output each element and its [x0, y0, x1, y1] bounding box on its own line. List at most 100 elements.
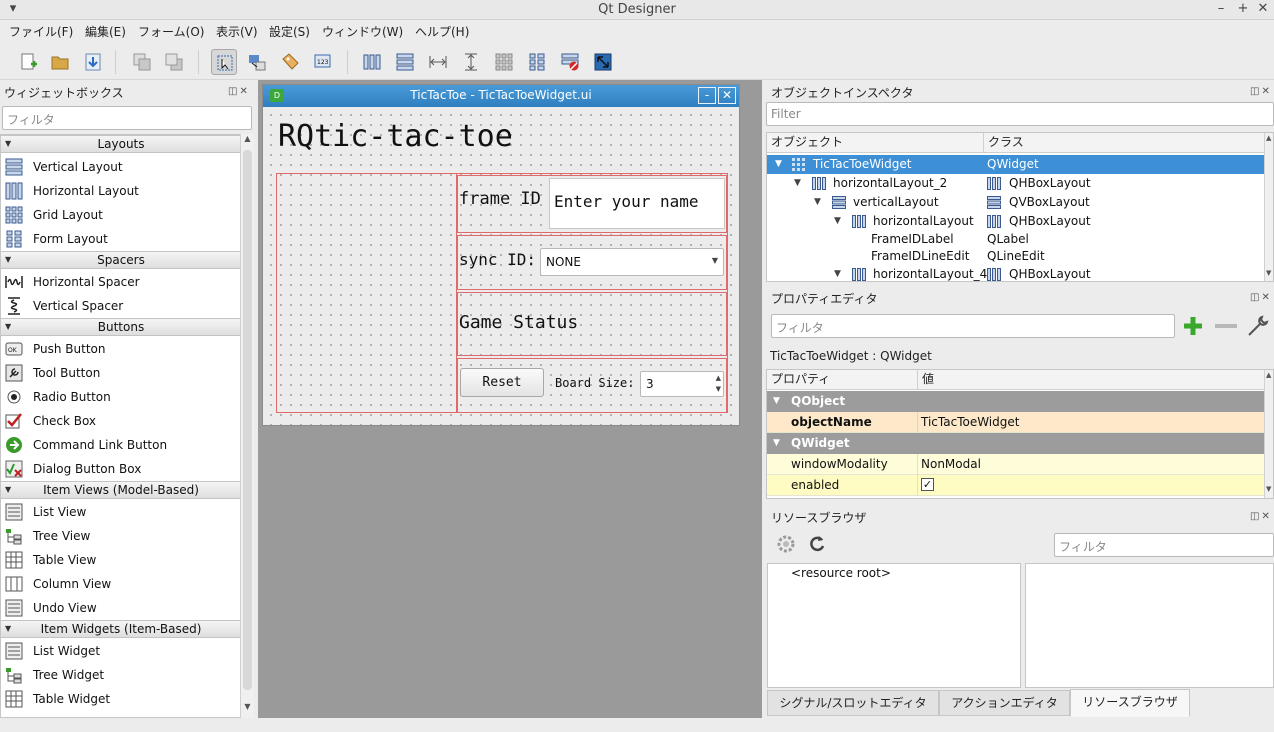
edit-tab-order-button[interactable]: 123 — [310, 49, 336, 75]
scroll-thumb[interactable] — [243, 150, 252, 690]
form-window[interactable]: D TicTacToe - TicTacToeWidget.ui - ✕ RQt… — [262, 84, 740, 426]
name-line-edit[interactable]: Enter your name — [549, 178, 725, 229]
grid-layout-icon — [495, 53, 513, 71]
property-filter-input[interactable]: フィルタ — [771, 314, 1175, 338]
spin-arrows-icon[interactable]: ▲ ▼ — [716, 373, 721, 395]
new-form-button[interactable] — [16, 49, 42, 75]
sync-id-label: sync ID: — [459, 250, 537, 269]
resource-browser-float-close-icon[interactable]: ◫✕ — [1250, 511, 1272, 522]
open-form-button[interactable] — [47, 49, 73, 75]
main-toolbar: 123 — [0, 42, 1274, 80]
layout-form-button[interactable] — [524, 49, 550, 75]
scroll-up-icon[interactable]: ▲ — [1266, 134, 1271, 142]
property-editor-title: プロパティエディタ — [771, 292, 878, 306]
reload-icon[interactable] — [807, 534, 827, 554]
tree-row-horizontallayout[interactable]: ▼ horizontalLayout QHBoxLayout — [767, 212, 1264, 231]
menu-help[interactable]: ヘルプ(H) — [415, 23, 469, 40]
category-buttons[interactable]: ▼ Buttons — [1, 318, 241, 336]
folder-icon — [51, 56, 69, 70]
resource-files-view — [1025, 563, 1274, 688]
close-icon[interactable]: ✕ — [1254, 1, 1272, 16]
scroll-down-icon[interactable]: ▼ — [1266, 269, 1271, 277]
vertical-layout-icon — [832, 196, 846, 209]
prop-objectname-value[interactable]: TicTacToeWidget — [921, 412, 1019, 432]
adjust-size-button[interactable] — [590, 49, 616, 75]
group-qobject[interactable]: ▼ QObject — [767, 391, 1264, 412]
layout-vertically-button[interactable] — [392, 49, 418, 75]
scroll-up-icon[interactable]: ▲ — [1266, 371, 1271, 379]
category-item-views[interactable]: ▼ Item Views (Model-Based) — [1, 481, 241, 499]
menu-window[interactable]: ウィンドウ(W) — [322, 23, 403, 40]
splitter-vertical-button[interactable] — [458, 49, 484, 75]
splitter-horizontal-button[interactable] — [425, 49, 451, 75]
sync-id-combobox[interactable]: NONE ▼ — [540, 248, 724, 276]
object-column-header[interactable]: オブジェクト — [767, 133, 983, 153]
prop-windowmodality-row[interactable]: windowModality NonModal — [767, 454, 1264, 475]
svg-text:123: 123 — [317, 59, 329, 66]
remove-property-icon[interactable] — [1215, 324, 1237, 328]
category-spacers[interactable]: ▼ Spacers — [1, 251, 241, 269]
add-property-icon[interactable] — [1182, 315, 1204, 337]
form-close-button[interactable]: ✕ — [718, 87, 736, 104]
reset-button[interactable]: Reset — [460, 368, 544, 397]
horizontal-layout-icon — [812, 177, 826, 190]
horizontal-layout-icon — [987, 215, 1001, 228]
tree-row-horizontallayout-4[interactable]: ▼ horizontalLayout_4 QHBoxLayout — [767, 265, 1264, 281]
tree-row-horizontallayout-2[interactable]: ▼ horizontalLayout_2 QHBoxLayout — [767, 174, 1264, 193]
menu-view[interactable]: 表示(V) — [216, 23, 258, 40]
widget-box-float-close-icon[interactable]: ◫✕ — [228, 86, 250, 97]
object-inspector-float-close-icon[interactable]: ◫✕ — [1250, 86, 1272, 97]
prop-enabled-row[interactable]: enabled ✓ — [767, 475, 1264, 496]
prop-windowmodality-value[interactable]: NonModal — [921, 454, 981, 474]
object-tree-scrollbar[interactable]: ▲ ▼ — [1264, 133, 1273, 281]
tab-action-editor[interactable]: アクションエディタ — [939, 690, 1070, 716]
object-inspector-filter-input[interactable]: Filter — [766, 102, 1274, 126]
minimize-icon[interactable]: – — [1212, 1, 1230, 16]
save-form-button[interactable] — [80, 49, 106, 75]
form-title-bar[interactable]: D TicTacToe - TicTacToeWidget.ui - ✕ — [263, 85, 739, 107]
property-column-header[interactable]: プロパティ — [767, 370, 917, 390]
layout-horizontally-button[interactable] — [359, 49, 385, 75]
property-editor-float-close-icon[interactable]: ◫✕ — [1250, 292, 1272, 303]
widget-box-filter-input[interactable]: フィルタ — [2, 106, 252, 130]
send-to-back-button[interactable] — [129, 49, 155, 75]
break-layout-button[interactable] — [557, 49, 583, 75]
edit-resources-gear-icon[interactable] — [775, 533, 797, 555]
prop-objectname-row[interactable]: objectName TicTacToeWidget — [767, 412, 1264, 433]
horizontal-layout-icon — [852, 268, 866, 281]
board-size-spinbox[interactable]: 3 ▲ ▼ — [640, 371, 724, 397]
tree-row-frameidlineedit[interactable]: FrameIDLineEdit QLineEdit — [767, 247, 1264, 266]
maximize-icon[interactable]: + — [1234, 1, 1252, 16]
resource-root-item[interactable]: <resource root> — [791, 566, 891, 580]
edit-signals-button[interactable] — [244, 49, 270, 75]
tree-row-tictactoewidget[interactable]: ▼ TicTacToeWidget QWidget — [767, 155, 1264, 174]
resource-filter-input[interactable]: フィルタ — [1054, 533, 1274, 557]
layout-grid-button[interactable] — [491, 49, 517, 75]
chevron-down-icon: ▼ — [711, 256, 718, 265]
scroll-up-icon[interactable]: ▲ — [241, 134, 254, 148]
menu-form[interactable]: フォーム(O) — [138, 23, 204, 40]
class-column-header[interactable]: クラス — [983, 133, 1264, 153]
value-column-header[interactable]: 値 — [917, 370, 1264, 390]
menu-settings[interactable]: 設定(S) — [269, 23, 310, 40]
category-item-widgets[interactable]: ▼ Item Widgets (Item-Based) — [1, 620, 241, 638]
scroll-down-icon[interactable]: ▼ — [1266, 485, 1271, 493]
bring-to-front-button[interactable] — [161, 49, 187, 75]
edit-widgets-button[interactable] — [211, 49, 237, 75]
category-layouts[interactable]: ▼ Layouts — [1, 135, 241, 153]
scroll-down-icon[interactable]: ▼ — [241, 702, 254, 716]
edit-buddies-button[interactable] — [277, 49, 303, 75]
form-canvas[interactable]: RQtic-tac-toe frame ID Enter your name s… — [263, 107, 739, 425]
list-view-icon — [5, 503, 23, 521]
property-table-scrollbar[interactable]: ▲ ▼ — [1264, 370, 1273, 498]
menu-file[interactable]: ファイル(F) — [9, 23, 73, 40]
enabled-checkbox[interactable]: ✓ — [921, 478, 934, 491]
tree-row-verticallayout[interactable]: ▼ verticalLayout QVBoxLayout — [767, 193, 1264, 212]
form-minimize-button[interactable]: - — [698, 87, 716, 104]
group-qwidget[interactable]: ▼ QWidget — [767, 433, 1264, 454]
configure-wrench-icon[interactable] — [1246, 314, 1270, 338]
widget-box-scrollbar[interactable]: ▲ ▼ — [240, 134, 254, 718]
tab-resource-browser[interactable]: リソースブラウザ — [1070, 689, 1190, 717]
tab-signal-slot-editor[interactable]: シグナル/スロットエディタ — [767, 690, 939, 716]
menu-edit[interactable]: 編集(E) — [85, 23, 126, 40]
